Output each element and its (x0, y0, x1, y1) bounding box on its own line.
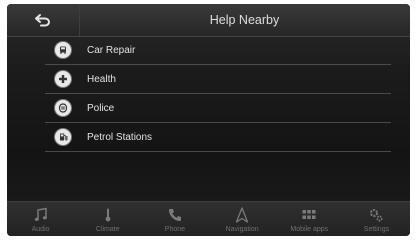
settings-gears-icon (368, 207, 384, 223)
car-icon (55, 42, 71, 58)
nav-item-navigation[interactable]: Navigation (209, 202, 276, 236)
nav-label: Navigation (225, 226, 259, 233)
music-note-icon (33, 207, 49, 223)
list-item-label: Car Repair (87, 44, 136, 56)
list-item-petrol-stations[interactable]: Petrol Stations (45, 123, 391, 152)
back-button[interactable] (7, 4, 80, 36)
phone-icon (167, 207, 183, 223)
header-bar: Help Nearby (7, 4, 410, 37)
list-item-label: Petrol Stations (87, 131, 153, 143)
list-item-label: Health (87, 73, 116, 85)
page-title: Help Nearby (209, 13, 280, 27)
nav-item-settings[interactable]: Settings (343, 202, 410, 236)
nav-item-climate[interactable]: Climate (74, 202, 141, 236)
nav-item-audio[interactable]: Audio (7, 202, 74, 236)
nav-label: Audio (31, 226, 50, 233)
health-cross-icon (55, 71, 71, 87)
apps-grid-icon (301, 207, 317, 223)
back-arrow-icon (35, 14, 50, 27)
nav-item-mobile-apps[interactable]: Mobile apps (276, 202, 343, 236)
list-item-car-repair[interactable]: Car Repair (45, 36, 391, 65)
police-icon (55, 100, 71, 116)
list-item-health[interactable]: Health (45, 65, 391, 94)
list-item-label: Police (87, 102, 115, 114)
nav-label: Phone (164, 226, 186, 233)
list-item-police[interactable]: Police (45, 94, 391, 123)
nav-label: Climate (95, 226, 120, 233)
help-list: Car Repair Health Police Petrol Stations (45, 36, 391, 152)
temperature-icon (100, 207, 116, 223)
fuel-pump-icon (55, 129, 71, 145)
nav-label: Settings (363, 226, 390, 233)
nav-item-phone[interactable]: Phone (141, 202, 208, 236)
nav-label: Mobile apps (290, 226, 329, 233)
bottom-nav-bar: Audio Climate Phone Navigation Mobile ap… (7, 201, 410, 236)
infotainment-screen: Help Nearby Car Repair Health Police Pet… (7, 4, 410, 236)
navigation-icon (234, 207, 250, 223)
